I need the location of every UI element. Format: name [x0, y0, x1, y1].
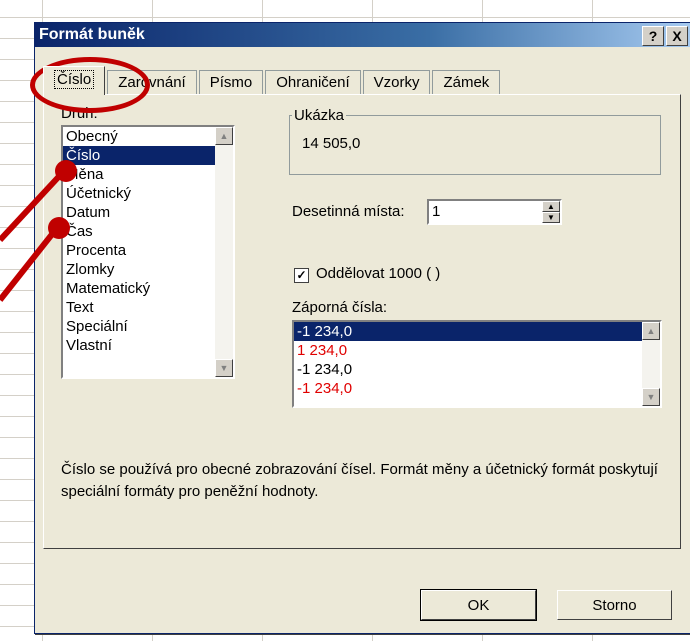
annotation-lines — [0, 168, 67, 302]
tab-cislo[interactable]: Číslo — [43, 66, 106, 95]
pointer-dot — [55, 160, 77, 182]
pointer-dot — [48, 217, 70, 239]
tab-label: Číslo — [54, 70, 95, 89]
pointer-line — [0, 226, 60, 302]
